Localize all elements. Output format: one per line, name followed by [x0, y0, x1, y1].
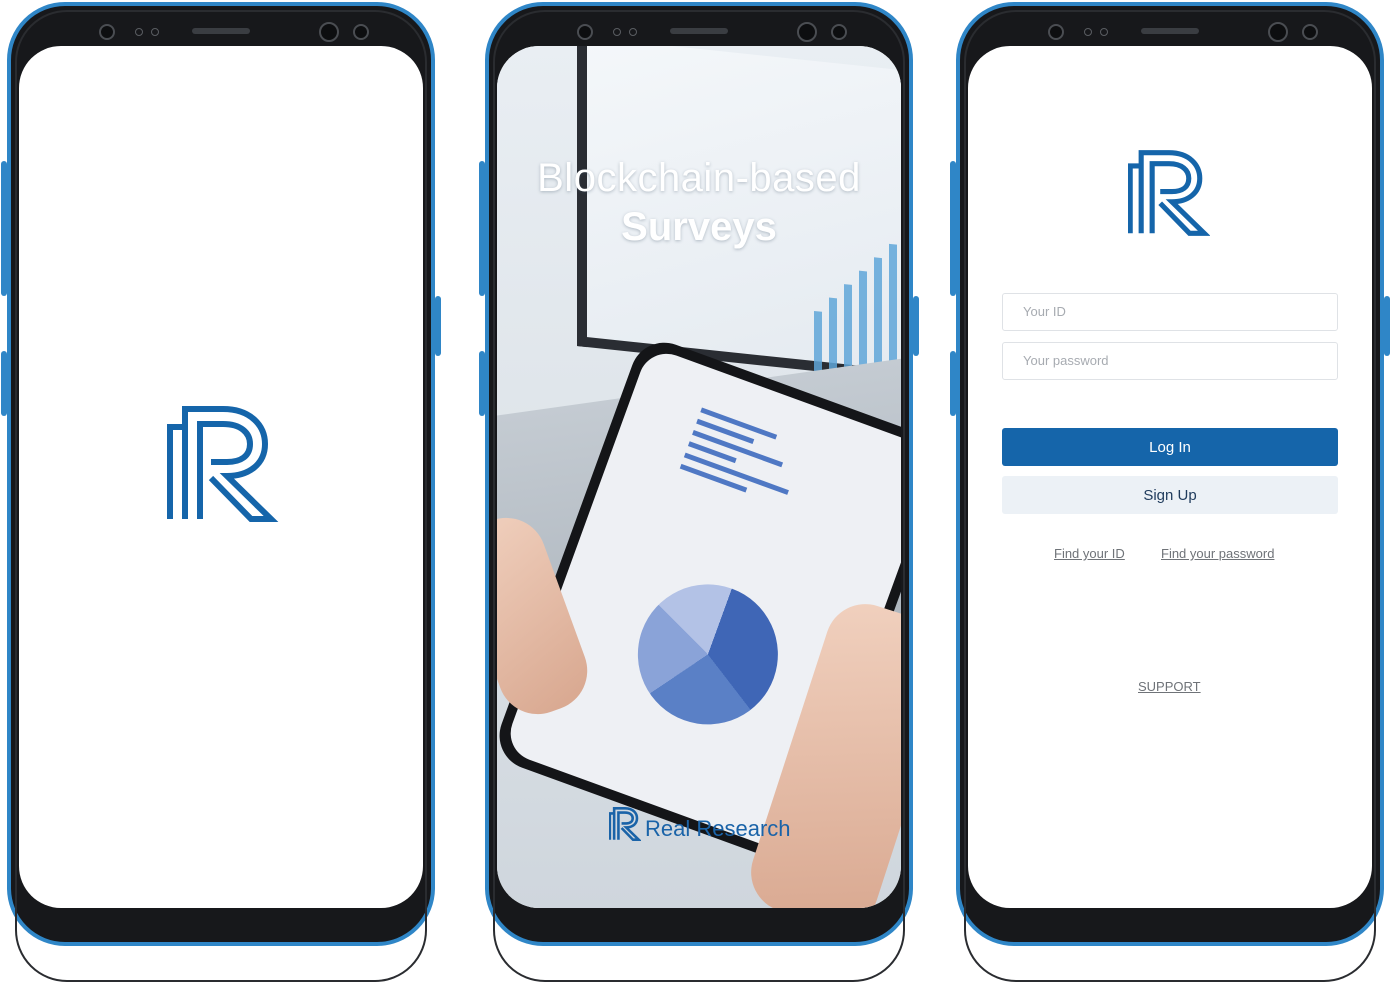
- sensor-dot: [613, 28, 621, 36]
- proximity-sensor-icon: [1048, 24, 1064, 40]
- proximity-sensor-icon: [577, 24, 593, 40]
- phone-login: Your ID Your password Log In Sign Up Fin…: [950, 2, 1390, 982]
- bixby-button: [1, 351, 7, 416]
- earpiece-speaker: [1141, 28, 1199, 34]
- find-id-link[interactable]: Find your ID: [1054, 546, 1125, 561]
- rr-logo-icon: [167, 406, 279, 522]
- volume-button: [950, 161, 956, 296]
- earpiece-speaker: [192, 28, 250, 34]
- bixby-button: [950, 351, 956, 416]
- rr-logo-icon: [1128, 150, 1210, 236]
- iris-sensor-icon: [1302, 24, 1318, 40]
- password-field[interactable]: Your password: [1002, 342, 1338, 380]
- signup-button[interactable]: Sign Up: [1002, 476, 1338, 514]
- sensor-dot: [135, 28, 143, 36]
- login-screen: Your ID Your password Log In Sign Up Fin…: [968, 46, 1372, 908]
- phone-top-bezel: [1000, 16, 1340, 48]
- earpiece-speaker: [670, 28, 728, 34]
- iris-sensor-icon: [353, 24, 369, 40]
- support-link[interactable]: SUPPORT: [1138, 679, 1201, 694]
- rr-logo-icon: [609, 807, 641, 841]
- proximity-sensor-icon: [99, 24, 115, 40]
- iris-sensor-icon: [831, 24, 847, 40]
- promo-screen: Blockchain-based Surveys Real Research: [497, 46, 901, 908]
- sensor-dot: [629, 28, 637, 36]
- power-button: [1384, 296, 1390, 356]
- find-password-link[interactable]: Find your password: [1161, 546, 1274, 561]
- front-camera-icon: [319, 22, 339, 42]
- sensor-dot: [1100, 28, 1108, 36]
- front-camera-icon: [797, 22, 817, 42]
- id-field[interactable]: Your ID: [1002, 293, 1338, 331]
- front-camera-icon: [1268, 22, 1288, 42]
- phone-top-bezel: [51, 16, 391, 48]
- bixby-button: [479, 351, 485, 416]
- headline-line1: Blockchain-based: [537, 156, 861, 200]
- volume-button: [1, 161, 7, 296]
- power-button: [435, 296, 441, 356]
- pie-chart-image: [618, 564, 798, 745]
- headline-line2: Surveys: [621, 205, 777, 249]
- phone-promo: Blockchain-based Surveys Real Research: [479, 2, 919, 982]
- sensor-dot: [1084, 28, 1092, 36]
- phone-top-bezel: [529, 16, 869, 48]
- login-button[interactable]: Log In: [1002, 428, 1338, 466]
- volume-button: [479, 161, 485, 296]
- splash-screen: [19, 46, 423, 908]
- brand-name: Real Research: [645, 816, 791, 841]
- power-button: [913, 296, 919, 356]
- brand-lockup: Real Research: [609, 806, 791, 842]
- sensor-dot: [151, 28, 159, 36]
- promo-headline: Blockchain-based Surveys: [497, 156, 901, 250]
- phone-splash: [1, 2, 441, 982]
